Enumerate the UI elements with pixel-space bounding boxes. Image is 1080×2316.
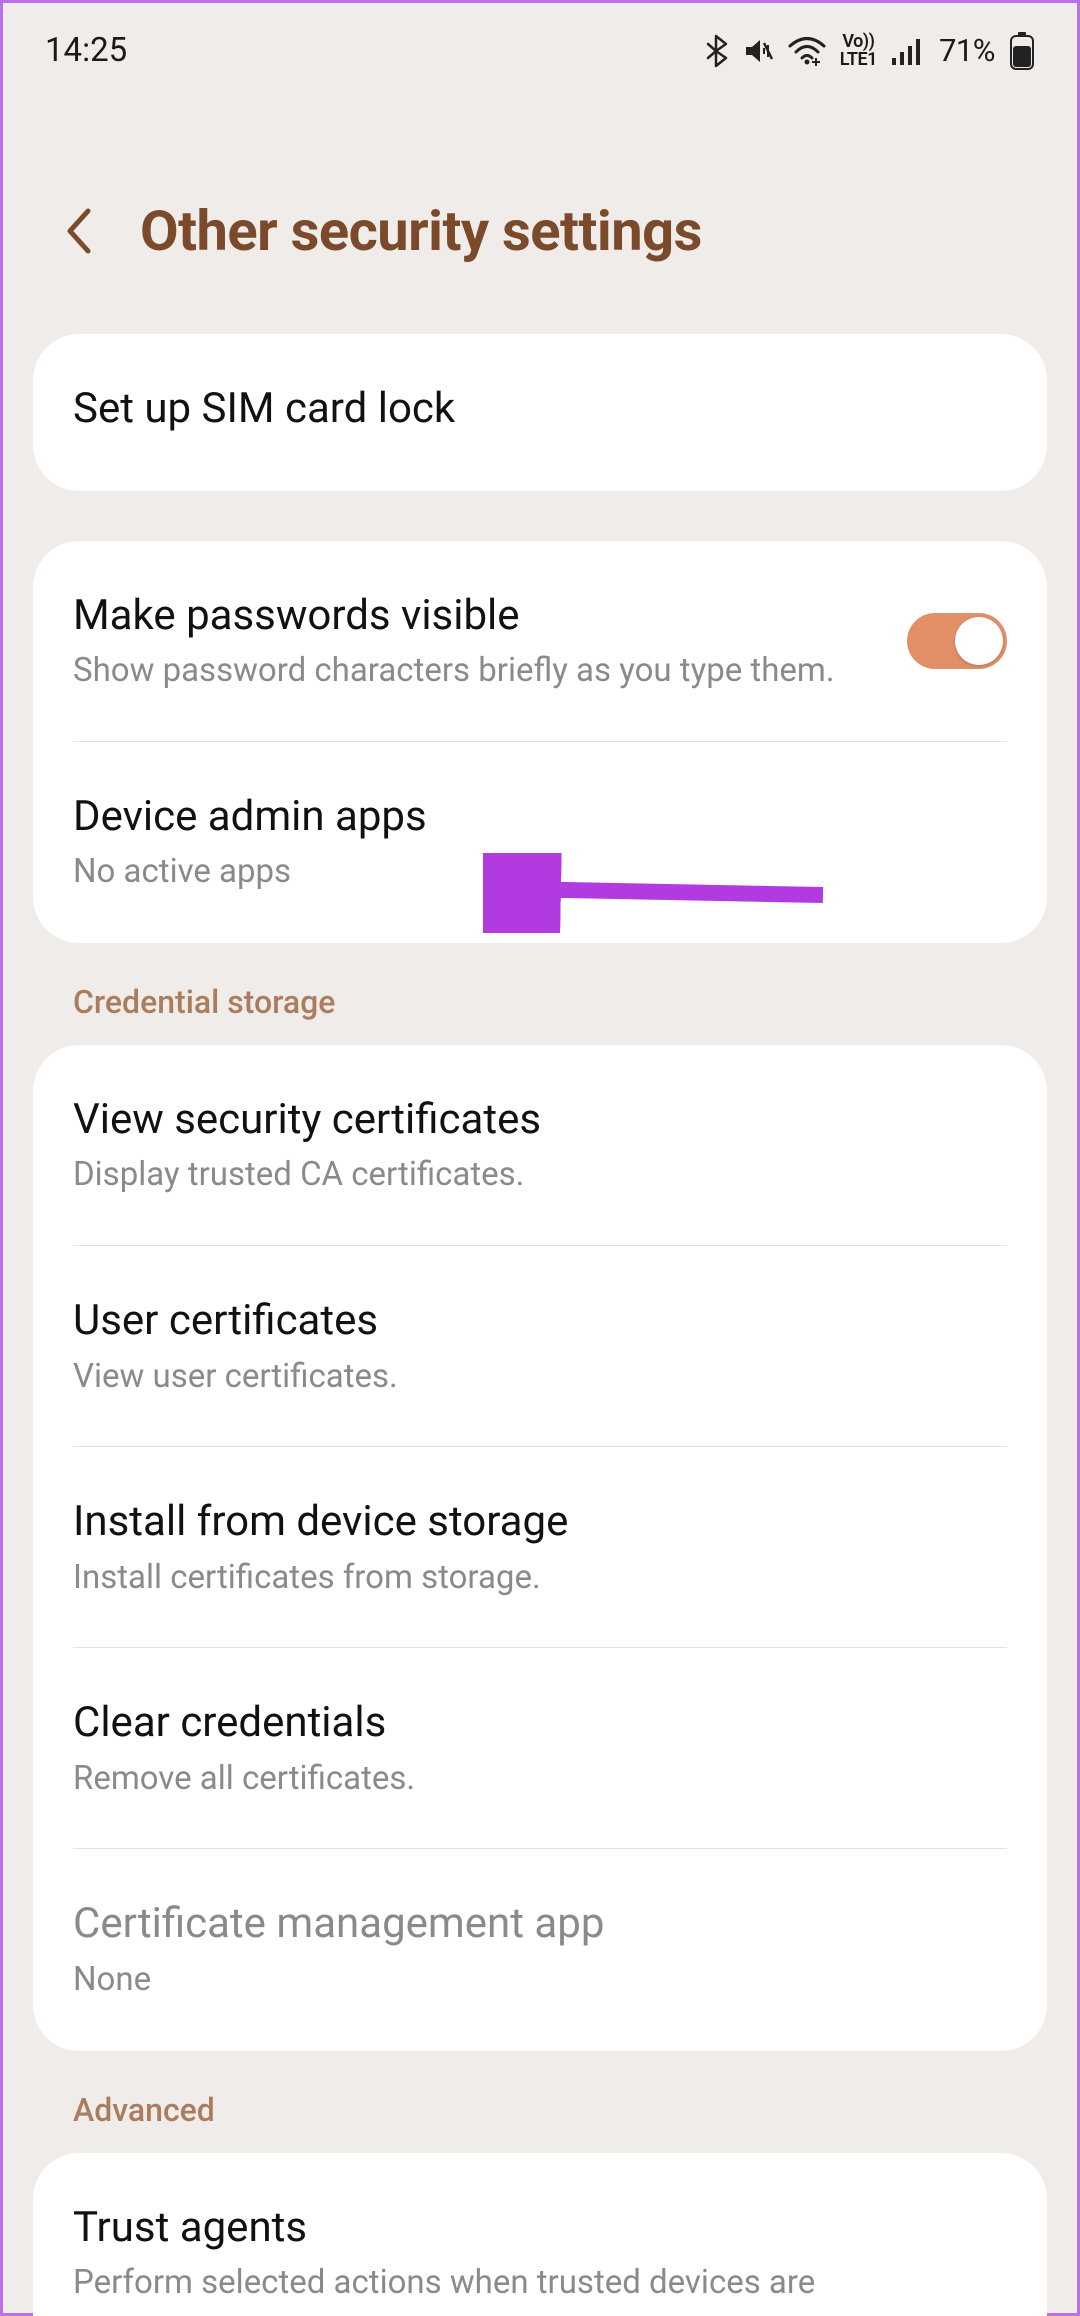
item-title: Clear credentials [73,1696,1007,1751]
device-admin-apps-item[interactable]: Device admin apps No active apps [33,742,1047,943]
battery-icon [1009,32,1035,70]
settings-group: View security certificates Display trust… [33,1045,1047,2051]
certificate-management-app-item: Certificate management app None [33,1849,1047,2050]
clear-credentials-item[interactable]: Clear credentials Remove all certificate… [33,1648,1047,1849]
chevron-left-icon [64,207,92,255]
settings-group: Trust agents Perform selected actions wh… [33,2153,1047,2316]
volte-icon: Vo))LTE1 [840,33,877,69]
item-title: View security certificates [73,1093,1007,1148]
passwords-visible-toggle[interactable] [907,613,1007,669]
item-subtitle: Install certificates from storage. [73,1556,1007,1601]
item-subtitle: None [73,1958,1007,2003]
battery-percentage: 71% [939,32,995,69]
status-time: 14:25 [45,31,127,70]
view-security-certificates-item[interactable]: View security certificates Display trust… [33,1045,1047,1246]
trust-agents-item[interactable]: Trust agents Perform selected actions wh… [33,2153,1047,2316]
item-title: Trust agents [73,2201,1007,2256]
item-subtitle: No active apps [73,850,1007,895]
item-title: Certificate management app [73,1897,1007,1952]
install-from-device-storage-item[interactable]: Install from device storage Install cert… [33,1447,1047,1648]
settings-group: Set up SIM card lock [33,334,1047,491]
page-title: Other security settings [140,198,702,264]
status-bar: 14:25 Vo))LTE1 71% [3,3,1077,88]
item-subtitle: Show password characters briefly as you … [73,649,887,694]
toggle-knob [955,617,1003,665]
make-passwords-visible-item[interactable]: Make passwords visible Show password cha… [33,541,1047,742]
item-title: Install from device storage [73,1495,1007,1550]
item-subtitle: View user certificates. [73,1355,1007,1400]
item-title: Device admin apps [73,790,1007,845]
item-subtitle: Display trusted CA certificates. [73,1153,1007,1198]
item-subtitle: Remove all certificates. [73,1757,1007,1802]
item-subtitle: Perform selected actions when trusted de… [73,2261,1007,2306]
section-header-advanced: Advanced [3,2091,1077,2153]
header: Other security settings [3,88,1077,334]
item-title: Make passwords visible [73,589,887,644]
signal-icon [891,37,925,65]
item-title: User certificates [73,1294,1007,1349]
status-indicators: Vo))LTE1 71% [704,32,1035,70]
bluetooth-icon [704,34,728,68]
wifi-icon [788,36,826,66]
item-title: Set up SIM card lock [73,382,1007,437]
section-header-credential-storage: Credential storage [3,983,1077,1045]
back-button[interactable] [58,201,98,261]
settings-group: Make passwords visible Show password cha… [33,541,1047,943]
mute-icon [742,35,774,67]
sim-card-lock-item[interactable]: Set up SIM card lock [33,334,1047,491]
user-certificates-item[interactable]: User certificates View user certificates… [33,1246,1047,1447]
